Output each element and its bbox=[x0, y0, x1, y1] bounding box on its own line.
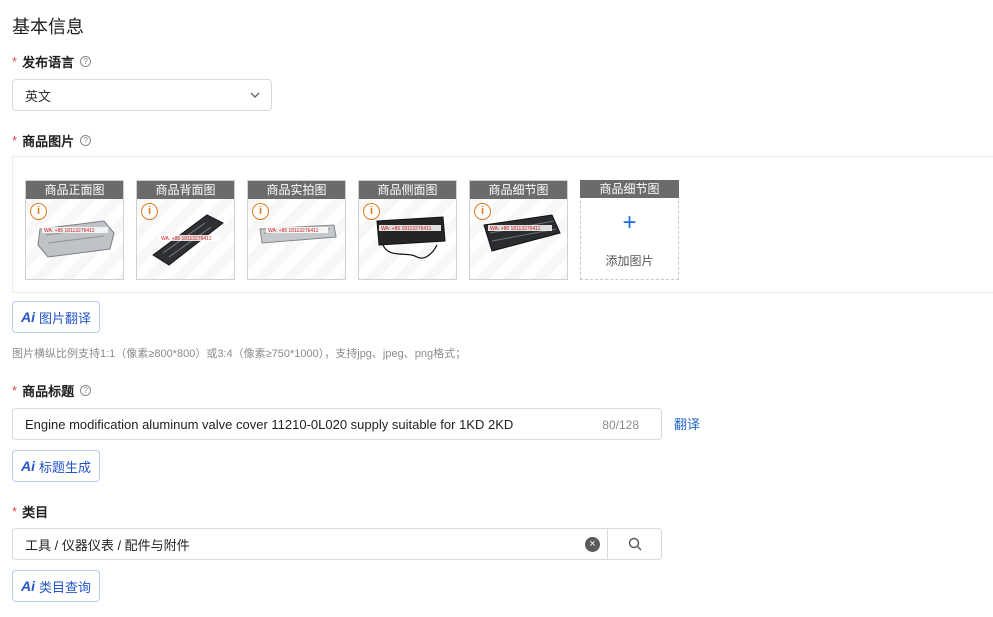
question-circle-icon[interactable]: ? bbox=[80, 385, 92, 396]
category-search-button[interactable] bbox=[607, 529, 661, 559]
valve-cover-image: WA: +86 18113276411 bbox=[259, 224, 337, 244]
chevron-down-icon bbox=[250, 92, 260, 98]
image-caption: 商品细节图 bbox=[470, 181, 567, 199]
question-circle-icon[interactable]: ? bbox=[80, 135, 92, 146]
language-label-text: 发布语言 bbox=[22, 55, 75, 70]
info-icon[interactable]: i bbox=[474, 203, 491, 220]
clear-circle-icon[interactable]: × bbox=[585, 537, 600, 552]
title-generate-button[interactable]: Ai 标题生成 bbox=[12, 450, 101, 482]
title-label: * 商品标题 ? bbox=[12, 381, 92, 400]
svg-text:WA: +86 18113276411: WA: +86 18113276411 bbox=[490, 226, 541, 232]
svg-text:WA: +86 18113276411: WA: +86 18113276411 bbox=[161, 236, 212, 242]
category-query-label: 类目查询 bbox=[39, 579, 92, 595]
image-caption: 商品背面图 bbox=[137, 181, 234, 199]
ai-icon: Ai bbox=[21, 458, 35, 474]
add-image-card[interactable]: 商品细节图 + 添加图片 bbox=[580, 180, 679, 280]
product-title-value: Engine modification aluminum valve cover… bbox=[25, 416, 514, 432]
image-card-back[interactable]: 商品背面图 WA: +86 18113276411 i bbox=[136, 180, 235, 280]
required-mark: * bbox=[12, 54, 18, 69]
translate-link[interactable]: 翻译 bbox=[674, 414, 700, 433]
category-label-text: 类目 bbox=[22, 505, 49, 520]
ai-icon: Ai bbox=[21, 309, 35, 325]
language-select-value: 英文 bbox=[25, 88, 52, 104]
required-mark: * bbox=[12, 504, 18, 519]
title-label-text: 商品标题 bbox=[22, 384, 75, 399]
image-card-real[interactable]: 商品实拍图 WA: +86 18113276411 i bbox=[247, 180, 346, 280]
product-image: WA: +86 18113276411 i bbox=[470, 199, 567, 279]
question-circle-icon[interactable]: ? bbox=[80, 56, 92, 67]
product-title-input[interactable]: Engine modification aluminum valve cover… bbox=[12, 408, 662, 440]
language-select[interactable]: 英文 bbox=[12, 79, 272, 111]
svg-text:WA: +86 18113276411: WA: +86 18113276411 bbox=[44, 228, 95, 234]
product-image: WA: +86 18113276411 i bbox=[359, 199, 456, 279]
category-value: 工具 / 仪器仪表 / 配件与附件 bbox=[25, 537, 190, 553]
image-card-detail[interactable]: 商品细节图 WA: +86 18113276411 i bbox=[469, 180, 568, 280]
add-image-label: 添加图片 bbox=[605, 254, 654, 268]
info-icon[interactable]: i bbox=[30, 203, 47, 220]
image-caption: 商品实拍图 bbox=[248, 181, 345, 199]
valve-cover-image: WA: +86 18113276411 bbox=[376, 216, 446, 259]
plus-icon: + bbox=[622, 209, 637, 236]
ai-icon: Ai bbox=[21, 578, 35, 594]
info-icon[interactable]: i bbox=[252, 203, 269, 220]
image-card-front[interactable]: 商品正面图 WA: +86 18113276411 i bbox=[25, 180, 124, 280]
required-mark: * bbox=[12, 383, 18, 398]
category-query-button[interactable]: Ai 类目查询 bbox=[12, 570, 101, 602]
product-image: WA: +86 18113276411 i bbox=[248, 199, 345, 279]
svg-text:WA: +86 18113276411: WA: +86 18113276411 bbox=[381, 226, 432, 232]
image-caption: 商品正面图 bbox=[26, 181, 123, 199]
images-label-text: 商品图片 bbox=[22, 134, 75, 149]
svg-text:WA: +86 18113276411: WA: +86 18113276411 bbox=[268, 228, 319, 234]
title-generate-label: 标题生成 bbox=[39, 459, 92, 475]
image-caption: 商品细节图 bbox=[580, 180, 679, 198]
valve-cover-image: WA: +86 18113276411 bbox=[152, 214, 224, 266]
product-image: WA: +86 18113276411 i bbox=[26, 199, 123, 279]
search-icon bbox=[628, 537, 641, 551]
info-icon[interactable]: i bbox=[363, 203, 380, 220]
image-translate-button[interactable]: Ai 图片翻译 bbox=[12, 301, 101, 333]
category-input[interactable]: 工具 / 仪器仪表 / 配件与附件 × bbox=[12, 528, 662, 560]
product-image: WA: +86 18113276411 i bbox=[137, 199, 234, 279]
info-icon[interactable]: i bbox=[141, 203, 158, 220]
category-label: * 类目 bbox=[12, 502, 48, 521]
image-card-side[interactable]: 商品侧面图 WA: +86 18113276411 i bbox=[358, 180, 457, 280]
valve-cover-image: WA: +86 18113276411 bbox=[483, 214, 561, 252]
image-translate-label: 图片翻译 bbox=[39, 310, 92, 326]
char-counter: 80/128 bbox=[602, 418, 639, 432]
section-title: 基本信息 bbox=[12, 17, 84, 37]
image-format-hint: 图片横纵比例支持1:1（像素≥800*800）或3:4（像素≥750*1000）… bbox=[12, 348, 467, 360]
images-label: * 商品图片 ? bbox=[12, 131, 92, 150]
valve-cover-image: WA: +86 18113276411 bbox=[37, 220, 115, 258]
language-label: * 发布语言 ? bbox=[12, 52, 92, 71]
required-mark: * bbox=[12, 133, 18, 148]
image-caption: 商品侧面图 bbox=[359, 181, 456, 199]
